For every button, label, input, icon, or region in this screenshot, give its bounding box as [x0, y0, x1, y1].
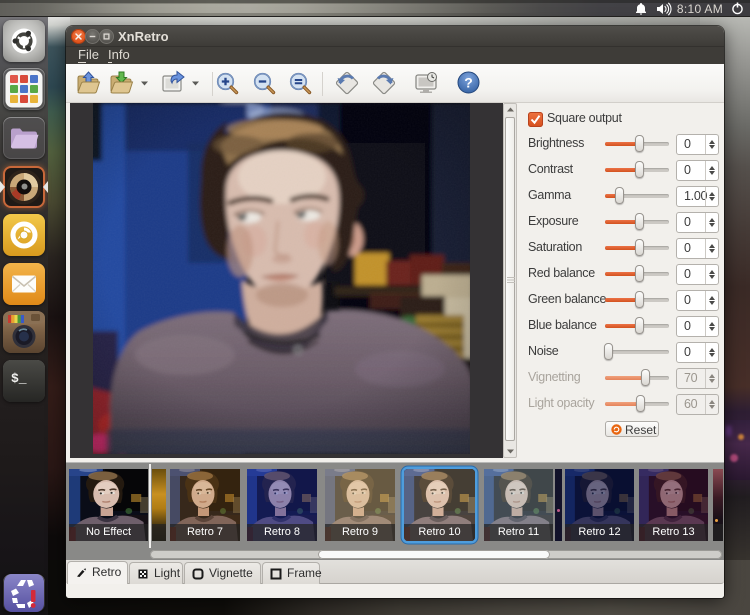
svg-text:?: ?	[464, 75, 473, 91]
svg-text:$_: $_	[11, 371, 27, 386]
